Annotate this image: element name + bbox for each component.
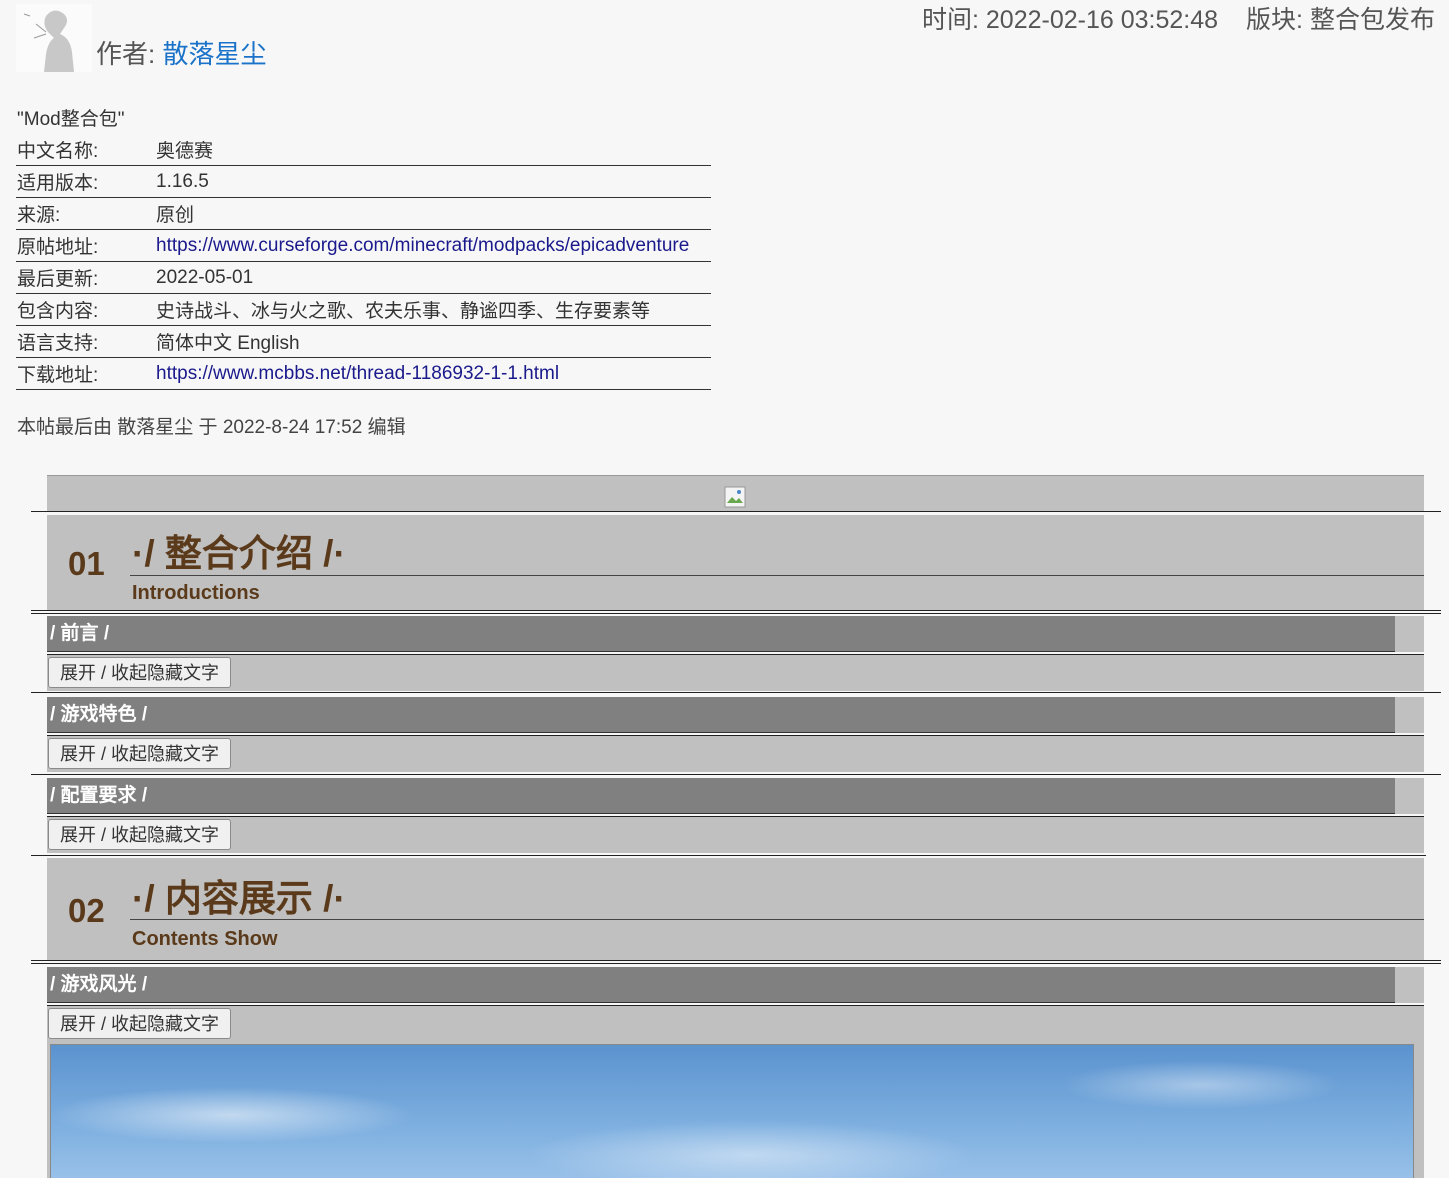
post-content: 01 ·/ 整合介绍 /· Introductions / 前言 / 展开 / … [0, 474, 1449, 1178]
divider [31, 774, 1441, 775]
table-row: 包含内容: 史诗战斗、冰与火之歌、农夫乐事、静谧四季、生存要素等 [16, 293, 711, 326]
author-line: 作者: 散落星尘 [96, 34, 266, 71]
row-key: 原帖地址: [16, 229, 155, 262]
download-link[interactable]: https://www.mcbbs.net/thread-1186932-1-1… [156, 363, 559, 384]
section-bar-scenery: / 游戏风光 / [47, 967, 1395, 1003]
pack-title: "Mod整合包" [17, 109, 125, 130]
row-value: https://www.mcbbs.net/thread-1186932-1-1… [155, 357, 711, 390]
row-value: 简体中文 English [155, 325, 711, 358]
edit-note: 本帖最后由 散落星尘 于 2022-8-24 17:52 编辑 [17, 417, 406, 438]
divider [31, 692, 1441, 693]
section-subtitle: Introductions [132, 582, 260, 604]
section-header-intro: 01 ·/ 整合介绍 /· Introductions [47, 515, 1424, 610]
source-link[interactable]: https://www.curseforge.com/minecraft/mod… [156, 235, 689, 256]
post-time: 时间: 2022-02-16 03:52:48 [922, 6, 1219, 34]
table-row: 下载地址: https://www.mcbbs.net/thread-118693… [16, 357, 711, 390]
row-key: 包含内容: [16, 293, 155, 326]
divider [130, 575, 1424, 576]
row-key: 最后更新: [16, 261, 155, 294]
toggle-row: 展开 / 收起隐藏文字 [47, 655, 1424, 691]
section-number: 01 [68, 545, 105, 582]
row-key: 适用版本: [16, 165, 155, 198]
section-bar-features: / 游戏特色 / [47, 697, 1395, 733]
row-key: 来源: [16, 197, 155, 230]
avatar-image [16, 4, 92, 72]
scenery-image-frame [47, 1040, 1424, 1178]
row-value: https://www.curseforge.com/minecraft/mod… [155, 229, 711, 262]
toggle-row: 展开 / 收起隐藏文字 [47, 1006, 1424, 1042]
section-bar-preface: / 前言 / [47, 616, 1395, 652]
toggle-hidden-text-button[interactable]: 展开 / 收起隐藏文字 [48, 738, 232, 769]
row-key: 中文名称: [16, 134, 155, 166]
post-board[interactable]: 版块: 整合包发布 [1246, 6, 1435, 34]
row-key: 语言支持: [16, 325, 155, 358]
toggle-hidden-text-button[interactable]: 展开 / 收起隐藏文字 [48, 657, 232, 688]
post-meta: 时间: 2022-02-16 03:52:48 版块: 整合包发布 [922, 0, 1435, 36]
divider [31, 511, 1441, 512]
row-value: 2022-05-01 [155, 261, 711, 294]
toggle-row: 展开 / 收起隐藏文字 [47, 817, 1424, 853]
author-name-link[interactable]: 散落星尘 [162, 39, 266, 69]
toggle-hidden-text-button[interactable]: 展开 / 收起隐藏文字 [48, 1008, 232, 1039]
pack-info-table: 中文名称: 奥德赛 适用版本: 1.16.5 来源: 原创 原帖地址: https://… [16, 134, 711, 390]
table-row: 中文名称: 奥德赛 [16, 134, 711, 166]
divider [31, 960, 1441, 964]
banner-image-strip [47, 475, 1424, 512]
table-row: 最后更新: 2022-05-01 [16, 261, 711, 294]
section-header-show: 02 ·/ 内容展示 /· Contents Show [47, 858, 1424, 960]
toggle-row: 展开 / 收起隐藏文字 [47, 736, 1424, 772]
table-row: 原帖地址: https://www.curseforge.com/minecraf… [16, 229, 711, 262]
scenery-image[interactable] [50, 1044, 1414, 1178]
broken-image-icon [724, 486, 746, 508]
section-title: ·/ 整合介绍 /· [132, 533, 346, 574]
toggle-hidden-text-button[interactable]: 展开 / 收起隐藏文字 [48, 819, 232, 850]
divider [31, 855, 1426, 856]
avatar[interactable] [16, 4, 92, 72]
row-value: 史诗战斗、冰与火之歌、农夫乐事、静谧四季、生存要素等 [155, 293, 711, 326]
section-subtitle: Contents Show [132, 928, 278, 950]
row-value: 1.16.5 [155, 165, 711, 198]
row-key: 下载地址: [16, 357, 155, 390]
table-row: 语言支持: 简体中文 English [16, 325, 711, 358]
section-number: 02 [68, 892, 105, 929]
table-row: 适用版本: 1.16.5 [16, 165, 711, 198]
divider [31, 610, 1441, 614]
row-value: 奥德赛 [155, 134, 711, 166]
author-label: 作者: [96, 39, 163, 69]
section-bar-requirements: / 配置要求 / [47, 778, 1395, 814]
table-row: 来源: 原创 [16, 197, 711, 230]
row-value: 原创 [155, 197, 711, 230]
section-title: ·/ 内容展示 /· [132, 878, 346, 919]
divider [130, 919, 1424, 920]
